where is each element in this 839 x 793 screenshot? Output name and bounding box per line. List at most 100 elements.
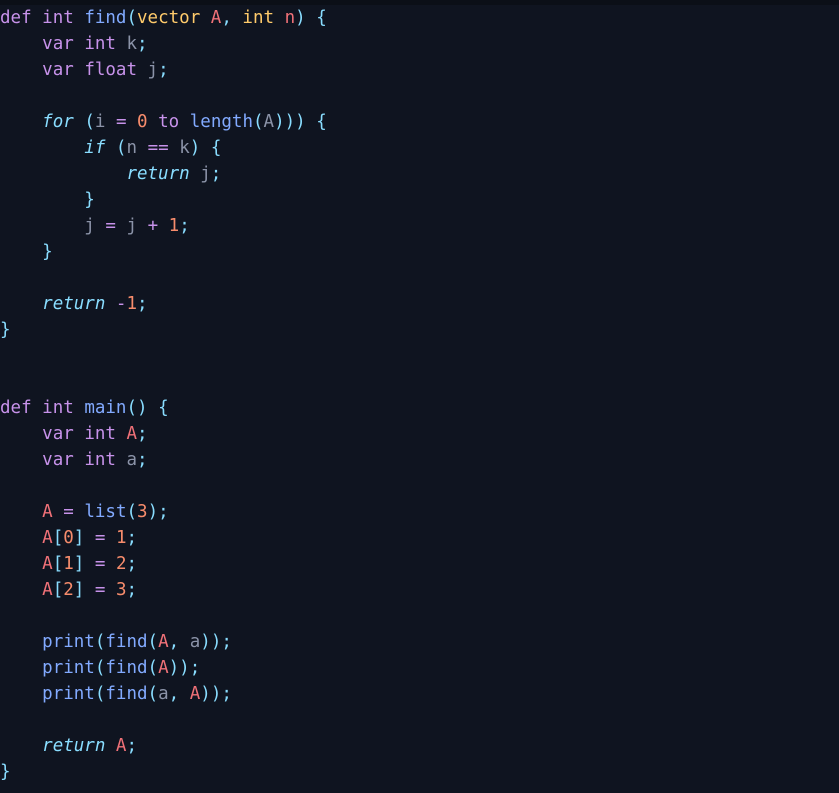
code-line[interactable]: [0, 83, 839, 109]
code-line[interactable]: var float j;: [0, 57, 839, 83]
code-token: (: [147, 684, 159, 704]
code-line[interactable]: for (i = 0 to length(A))) {: [0, 109, 839, 135]
code-line[interactable]: return A;: [0, 733, 839, 759]
code-line[interactable]: return j;: [0, 161, 839, 187]
code-line[interactable]: def int main() {: [0, 395, 839, 421]
code-token: var: [42, 34, 74, 54]
code-line[interactable]: [0, 369, 839, 395]
code-line[interactable]: print(find(a, A));: [0, 681, 839, 707]
code-line[interactable]: return -1;: [0, 291, 839, 317]
code-token: int: [42, 8, 74, 28]
code-token: print: [42, 658, 95, 678]
code-line[interactable]: [0, 473, 839, 499]
code-token: =: [94, 554, 106, 574]
code-token: (: [252, 112, 264, 132]
code-token: [: [52, 528, 64, 548]
code-token: int: [84, 34, 116, 54]
code-token: print: [42, 632, 95, 652]
code-token: find: [105, 632, 148, 652]
code-token: return: [42, 294, 106, 314]
code-token: ,: [168, 684, 180, 704]
code-line[interactable]: A = list(3);: [0, 499, 839, 525]
code-token: k: [126, 34, 138, 54]
code-token: ]: [73, 554, 85, 574]
code-token: (: [147, 632, 159, 652]
code-token: to: [158, 112, 180, 132]
code-line[interactable]: [0, 603, 839, 629]
code-token: ));: [200, 684, 232, 704]
code-token: j: [126, 216, 138, 236]
code-line[interactable]: }: [0, 187, 839, 213]
code-token: float: [84, 60, 137, 80]
code-line[interactable]: A[0] = 1;: [0, 525, 839, 551]
code-token: ;: [137, 424, 148, 444]
code-token: {: [210, 138, 222, 158]
code-line[interactable]: A[1] = 2;: [0, 551, 839, 577]
code-token: int: [242, 8, 275, 28]
code-token: ;: [137, 450, 148, 470]
code-token: 1: [63, 554, 74, 574]
code-token: (: [147, 658, 159, 678]
code-token: length: [189, 112, 253, 132]
code-token: def: [0, 8, 32, 28]
code-line[interactable]: print(find(A));: [0, 655, 839, 681]
code-token: }: [42, 242, 53, 262]
code-token: (): [126, 398, 148, 418]
code-line[interactable]: if (n == k) {: [0, 135, 839, 161]
code-line[interactable]: var int A;: [0, 421, 839, 447]
code-token: ;: [126, 554, 138, 574]
code-token: ;: [126, 528, 138, 548]
code-token: 3: [115, 580, 127, 600]
code-token: ;: [210, 164, 222, 184]
code-token: A: [42, 554, 53, 574]
code-line[interactable]: j = j + 1;: [0, 213, 839, 239]
code-line[interactable]: print(find(A, a));: [0, 629, 839, 655]
code-line[interactable]: var int a;: [0, 447, 839, 473]
code-token: find: [84, 8, 127, 28]
code-line[interactable]: [0, 343, 839, 369]
code-token: (: [126, 502, 138, 522]
code-line[interactable]: }: [0, 759, 839, 785]
code-token: 0: [63, 528, 74, 548]
code-line[interactable]: }: [0, 239, 839, 265]
code-line[interactable]: def int find(vector A, int n) {: [0, 5, 839, 31]
code-editor[interactable]: def int find(vector A, int n) { var int …: [0, 0, 839, 793]
code-token: ): [295, 8, 306, 28]
code-line[interactable]: }: [0, 317, 839, 343]
code-token: ;: [179, 216, 190, 236]
code-line[interactable]: [0, 707, 839, 733]
code-line[interactable]: [0, 265, 839, 291]
code-token: ;: [158, 60, 169, 80]
code-token: int: [84, 450, 116, 470]
code-line[interactable]: A[2] = 3;: [0, 577, 839, 603]
code-token: (: [94, 658, 106, 678]
code-token: a: [126, 450, 138, 470]
code-token: ;: [126, 580, 138, 600]
code-content[interactable]: def int find(vector A, int n) { var int …: [0, 5, 839, 785]
code-line[interactable]: var int k;: [0, 31, 839, 57]
code-token: j: [200, 164, 211, 184]
code-token: def: [0, 398, 32, 418]
code-token: A: [158, 632, 169, 652]
